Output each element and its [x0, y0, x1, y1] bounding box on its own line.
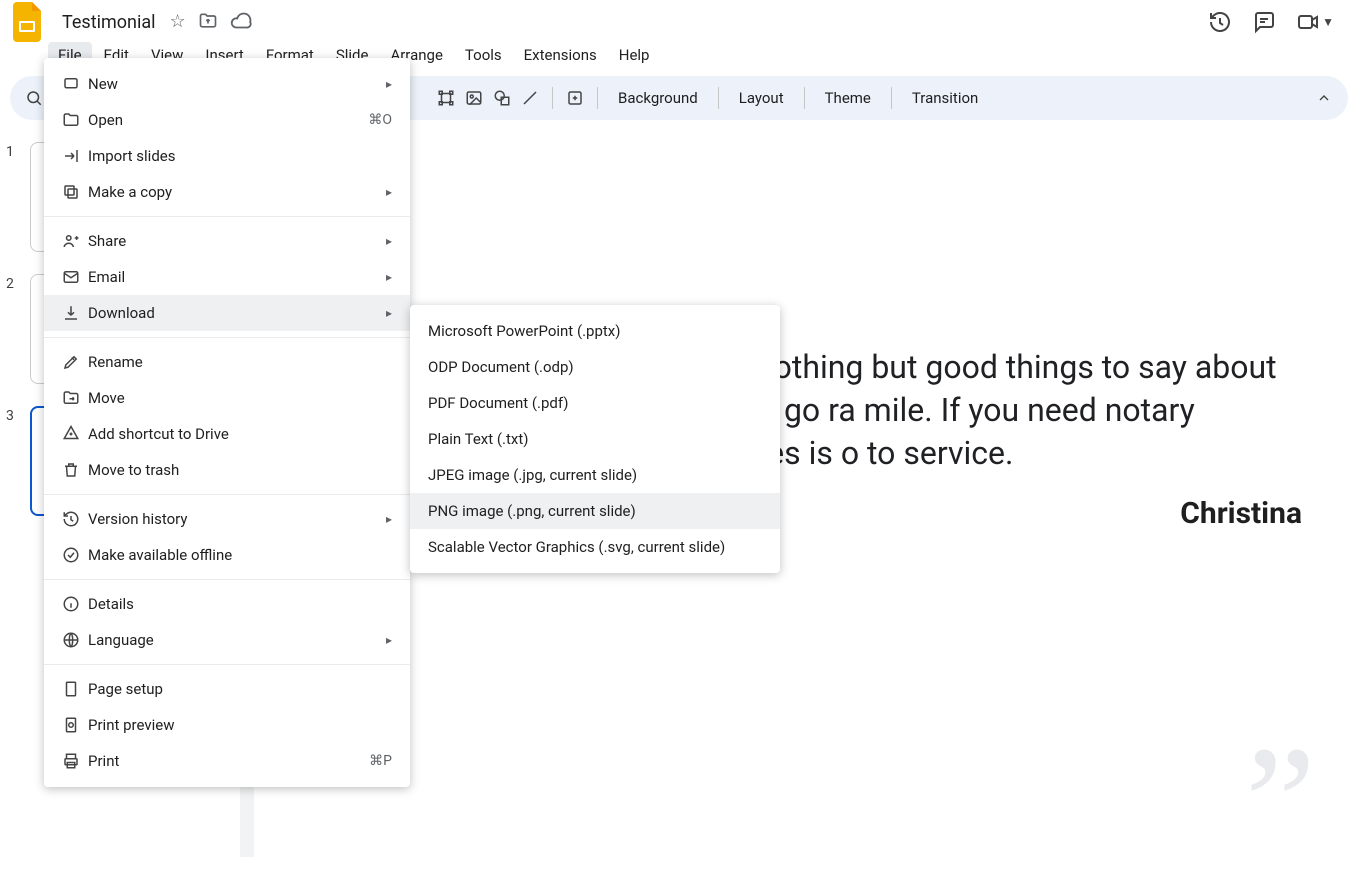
download-submenu: Microsoft PowerPoint (.pptx) ODP Documen…: [410, 305, 780, 573]
line-icon[interactable]: [518, 86, 542, 110]
download-png[interactable]: PNG image (.png, current slide): [410, 493, 780, 529]
file-import-slides[interactable]: Import slides: [44, 138, 410, 174]
search-icon[interactable]: [22, 86, 46, 110]
collapse-toolbar-icon[interactable]: [1312, 86, 1336, 110]
download-pdf[interactable]: PDF Document (.pdf): [410, 385, 780, 421]
image-icon[interactable]: [462, 86, 486, 110]
meet-icon[interactable]: ▼: [1296, 10, 1334, 34]
file-rename[interactable]: Rename: [44, 344, 410, 380]
file-make-copy[interactable]: Make a copy▸: [44, 174, 410, 210]
file-email[interactable]: Email▸: [44, 259, 410, 295]
comments-icon[interactable]: [1252, 10, 1276, 34]
menu-help[interactable]: Help: [609, 42, 660, 68]
file-offline[interactable]: Make available offline: [44, 537, 410, 573]
transition-button[interactable]: Transition: [902, 83, 988, 113]
shape-icon[interactable]: [490, 86, 514, 110]
thumb-number: 2: [6, 276, 20, 384]
download-svg[interactable]: Scalable Vector Graphics (.svg, current …: [410, 529, 780, 565]
file-new[interactable]: New▸: [44, 66, 410, 102]
quote-mark-icon: ”: [1245, 786, 1316, 818]
theme-button[interactable]: Theme: [815, 83, 881, 113]
thumb-number: 3: [6, 408, 20, 516]
move-folder-icon[interactable]: [198, 11, 218, 33]
file-page-setup[interactable]: Page setup: [44, 671, 410, 707]
file-version-history[interactable]: Version history▸: [44, 501, 410, 537]
download-pptx[interactable]: Microsoft PowerPoint (.pptx): [410, 313, 780, 349]
menu-tools[interactable]: Tools: [455, 42, 512, 68]
menu-extensions[interactable]: Extensions: [514, 42, 607, 68]
cloud-status-icon[interactable]: [230, 11, 252, 33]
file-print[interactable]: Print⌘P: [44, 743, 410, 779]
file-language[interactable]: Language▸: [44, 622, 410, 658]
thumb-number: 1: [6, 144, 20, 252]
download-txt[interactable]: Plain Text (.txt): [410, 421, 780, 457]
file-download[interactable]: Download▸: [44, 295, 410, 331]
file-add-shortcut[interactable]: Add shortcut to Drive: [44, 416, 410, 452]
file-menu-dropdown: New▸ Open⌘O Import slides Make a copy▸ S…: [44, 58, 410, 787]
background-button[interactable]: Background: [608, 83, 708, 113]
file-move[interactable]: Move: [44, 380, 410, 416]
file-print-preview[interactable]: Print preview: [44, 707, 410, 743]
download-odp[interactable]: ODP Document (.odp): [410, 349, 780, 385]
history-icon[interactable]: [1208, 10, 1232, 34]
new-slide-icon[interactable]: [563, 86, 587, 110]
layout-button[interactable]: Layout: [729, 83, 794, 113]
file-share[interactable]: Share▸: [44, 223, 410, 259]
star-icon[interactable]: ☆: [170, 11, 186, 33]
transform-icon[interactable]: [434, 86, 458, 110]
document-title[interactable]: Testimonial: [56, 10, 162, 35]
download-jpg[interactable]: JPEG image (.jpg, current slide): [410, 457, 780, 493]
file-trash[interactable]: Move to trash: [44, 452, 410, 488]
file-details[interactable]: Details: [44, 586, 410, 622]
app-logo[interactable]: [8, 2, 48, 42]
file-open[interactable]: Open⌘O: [44, 102, 410, 138]
